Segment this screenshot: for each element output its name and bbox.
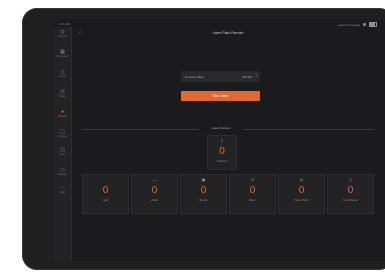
status-bar: 9:41 AM Laser Unmerged xyxy=(54,19,385,27)
count-label: Unknown xyxy=(216,160,228,163)
main-content: Connect Alias ABCDE › Start Listen Lates… xyxy=(71,39,385,261)
sensor-icon: ▣ xyxy=(201,177,206,182)
count-card-light[interactable]: ◦ 0 Light xyxy=(82,174,129,214)
count-label: Motion xyxy=(150,199,159,202)
count-card-meter[interactable]: ⊖ 0 Meter xyxy=(229,174,276,214)
count-value: 0 xyxy=(249,185,256,196)
wifi-icon xyxy=(363,23,366,26)
count-value: 0 xyxy=(347,185,354,196)
connect-alias-row[interactable]: Connect Alias ABCDE › xyxy=(181,71,260,82)
connect-alias-value: ABCDE xyxy=(241,75,252,79)
sidebar: ◎ Connect ▦ Dashboard △ Alerts ◷ History… xyxy=(54,27,72,261)
sidebar-item-label: Help xyxy=(59,191,66,194)
count-card-smart-sensor[interactable]: ◇ 0 Smart Sensor xyxy=(327,174,374,214)
sidebar-item-help[interactable]: ◌ Help xyxy=(54,185,71,199)
device-counts-row: ◦ 0 Light — 0 Motion ▣ 0 Sensor ⊖ 0 Mete… xyxy=(82,174,374,214)
count-card-power-outlet[interactable]: ◘ 0 Power Outlet xyxy=(278,174,325,214)
latest-version-label: Latest Version xyxy=(199,124,243,132)
power-icon: ◘ xyxy=(300,177,303,182)
sidebar-item-connect[interactable]: ◎ Connect xyxy=(54,29,71,43)
status-right-text: Laser Unmerged xyxy=(337,22,360,27)
sidebar-item-label: Connect xyxy=(57,35,68,38)
sidebar-item-label: Settings xyxy=(57,173,68,176)
light-icon: ◦ xyxy=(104,177,107,182)
count-label: Light xyxy=(102,199,109,202)
count-value: 0 xyxy=(219,146,225,157)
count-value: 0 xyxy=(102,185,109,196)
start-listen-button[interactable]: Start Listen xyxy=(181,91,260,101)
sidebar-item-label: Tests xyxy=(59,153,66,156)
sidebar-item-tests[interactable]: ◳ Tests xyxy=(54,147,71,161)
sidebar-item-settings[interactable]: ▭ Settings xyxy=(54,167,71,181)
meter-icon: ⊖ xyxy=(250,177,255,182)
sidebar-item-history[interactable]: ◷ History xyxy=(54,89,71,103)
sidebar-item-label: Alerts xyxy=(59,75,66,78)
count-label: Sensor xyxy=(199,199,208,202)
count-label: Meter xyxy=(249,199,256,202)
smart-icon: ◇ xyxy=(348,177,353,182)
connect-alias-label: Connect Alias xyxy=(185,75,204,79)
box-icon: ▯ xyxy=(220,138,224,143)
sidebar-item-label: Remote xyxy=(58,115,67,118)
unknown-device-card[interactable]: ▯ 0 Unknown xyxy=(207,135,237,170)
sidebar-item-dashboard[interactable]: ▦ Dashboard xyxy=(54,49,71,63)
count-card-sensor[interactable]: ▣ 0 Sensor xyxy=(180,174,227,214)
sidebar-item-remote[interactable]: ● Remote xyxy=(54,109,71,123)
count-label: Power Outlet xyxy=(294,199,309,202)
status-time: 9:41 AM xyxy=(59,22,71,26)
sidebar-item-label: History xyxy=(58,95,67,98)
sidebar-item-alerts[interactable]: △ Alerts xyxy=(54,69,71,83)
sidebar-item-label: Devices xyxy=(58,135,67,138)
count-label: Smart Sensor xyxy=(342,199,359,202)
count-value: 0 xyxy=(298,185,305,196)
navigation-bar: ‹ Laser Pairs Remote xyxy=(71,27,385,39)
app-screen: 9:41 AM Laser Unmerged ◎ Connect ▦ Dashb… xyxy=(54,19,385,261)
page-title: Laser Pairs Remote xyxy=(212,31,244,35)
chevron-right-icon: › xyxy=(255,72,257,79)
motion-icon: — xyxy=(152,177,157,182)
sidebar-item-label: Dashboard xyxy=(56,55,69,58)
count-card-motion[interactable]: — 0 Motion xyxy=(131,174,178,214)
count-value: 0 xyxy=(200,185,207,196)
sidebar-item-devices[interactable]: ▢ Devices xyxy=(54,129,71,143)
count-value: 0 xyxy=(151,185,158,196)
